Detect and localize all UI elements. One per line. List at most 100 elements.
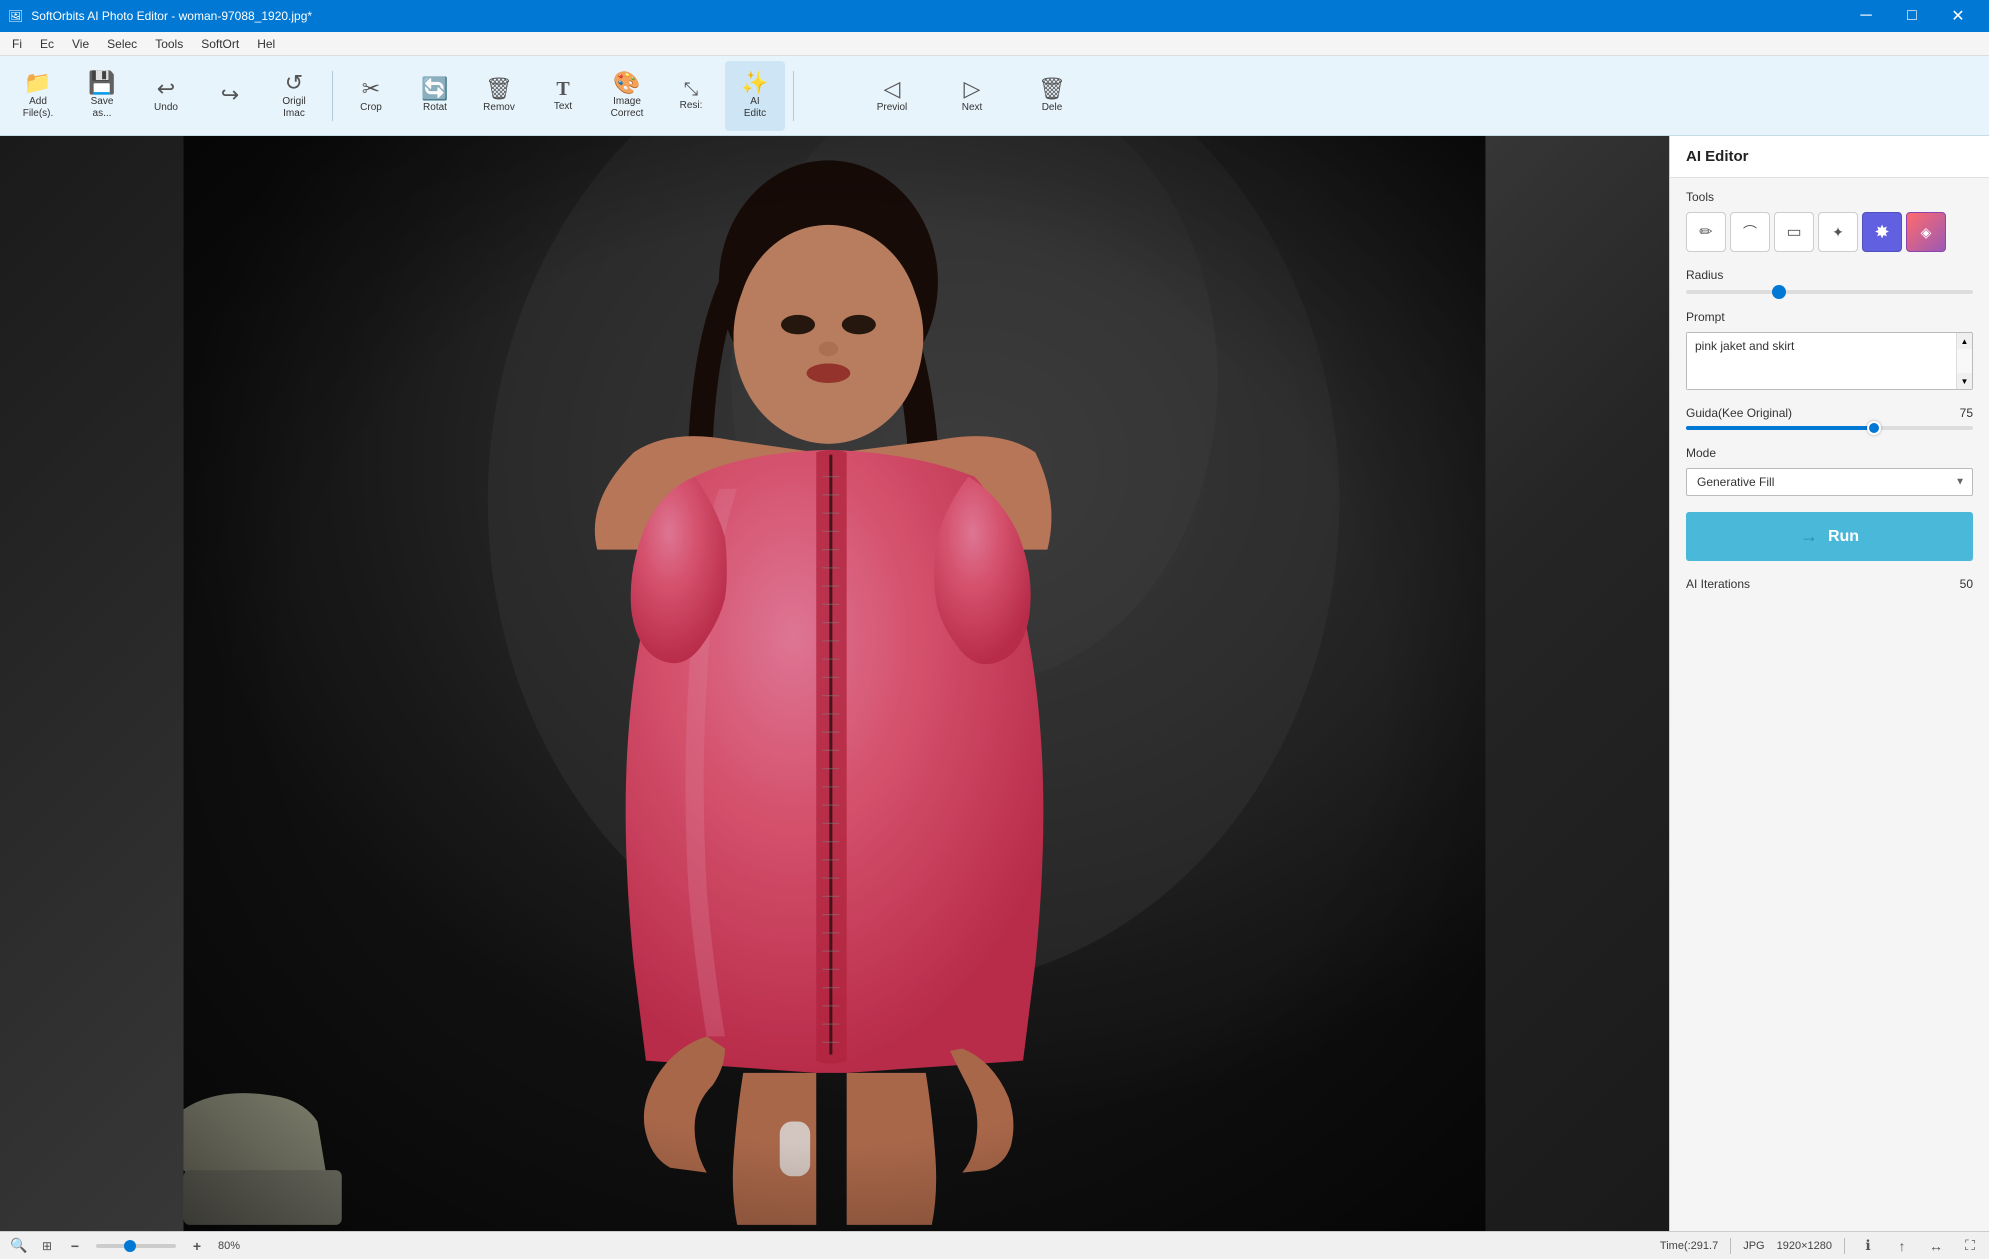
window-title: SoftOrbits AI Photo Editor - woman-97088… <box>31 9 312 23</box>
minimize-button[interactable]: ─ <box>1843 0 1889 32</box>
menu-softort[interactable]: SoftOrt <box>193 35 247 53</box>
main-area: AI Editor Tools ✏ ⌒ ▭ ✦ ✸ ◈ Radius <box>0 136 1989 1231</box>
prompt-textarea[interactable]: pink jaket and skirt <box>1687 333 1956 389</box>
image-correction-button[interactable]: 🎨 ImageCorrect <box>597 61 657 131</box>
guidance-slider-thumb[interactable] <box>1867 421 1881 435</box>
fit-page-button[interactable]: ⊞ <box>36 1235 58 1257</box>
gradient-tool-button[interactable]: ◈ <box>1906 212 1946 252</box>
zoom-in-button[interactable]: + <box>186 1235 208 1257</box>
guidance-header-row: Guida(Kee Original) 75 <box>1686 406 1973 420</box>
save-icon: 💾 <box>88 72 115 94</box>
menu-hel[interactable]: Hel <box>249 35 283 53</box>
remove-label: Remov <box>483 102 515 114</box>
save-as-button[interactable]: 💾 Saveas... <box>72 61 132 131</box>
undo-icon: ↩ <box>157 78 175 100</box>
ai-editor-button[interactable]: ✨ AIEditc <box>725 61 785 131</box>
run-label: Run <box>1828 528 1859 546</box>
guidance-fill <box>1686 426 1873 430</box>
text-icon: T <box>556 79 569 99</box>
undo-button[interactable]: ↩ Undo <box>136 61 196 131</box>
remove-button[interactable]: 🗑 Remov <box>469 61 529 131</box>
maximize-button[interactable]: □ <box>1889 0 1935 32</box>
next-icon: ▷ <box>964 78 981 100</box>
radius-slider-thumb[interactable] <box>1772 285 1786 299</box>
magic-wand-button[interactable]: ✦ <box>1818 212 1858 252</box>
original-image-button[interactable]: ↺ OrigilImac <box>264 61 324 131</box>
crop-button[interactable]: ✂ Crop <box>341 61 401 131</box>
zoom-value: 80% <box>218 1240 240 1252</box>
previous-label: Previol <box>877 102 908 114</box>
menu-fi[interactable]: Fi <box>4 35 30 53</box>
crop-label: Crop <box>360 102 382 114</box>
guidance-section: Guida(Kee Original) 75 <box>1686 406 1973 430</box>
scroll-down-button[interactable]: ▼ <box>1957 373 1972 389</box>
radius-slider-row <box>1686 290 1973 294</box>
prompt-textarea-wrapper: pink jaket and skirt ▲ ▼ <box>1686 332 1973 390</box>
mode-select[interactable]: Generative Fill Inpainting Outpainting <box>1686 468 1973 496</box>
zoom-in-icon-button[interactable]: 🔍 <box>8 1235 30 1257</box>
rect-tool-button[interactable]: ▭ <box>1774 212 1814 252</box>
menu-tools[interactable]: Tools <box>147 35 191 53</box>
guidance-slider-track[interactable] <box>1686 426 1973 430</box>
titlebar: 🖼 SoftOrbits AI Photo Editor - woman-970… <box>0 0 1989 32</box>
previous-button[interactable]: ◁ Previol <box>862 61 922 131</box>
tools-section: Tools ✏ ⌒ ▭ ✦ ✸ ◈ <box>1686 190 1973 252</box>
right-panel: AI Editor Tools ✏ ⌒ ▭ ✦ ✸ ◈ Radius <box>1669 136 1989 1231</box>
info-icon-button[interactable]: ℹ <box>1857 1235 1879 1257</box>
text-button[interactable]: T Text <box>533 61 593 131</box>
compare-icon-button[interactable]: ↔ <box>1925 1235 1947 1257</box>
rotate-icon: 🔄 <box>421 78 448 100</box>
sparkle-tool-button[interactable]: ✸ <box>1862 212 1902 252</box>
tools-label: Tools <box>1686 190 1973 204</box>
toolbar-sep-1 <box>332 71 333 121</box>
rotate-label: Rotat <box>423 102 447 114</box>
photo-canvas <box>0 136 1669 1231</box>
text-label: Text <box>554 101 572 113</box>
resize-icon: ⤡ <box>684 80 698 98</box>
resize-button[interactable]: ⤡ Resi: <box>661 61 721 131</box>
add-files-button[interactable]: 📁 AddFile(s). <box>8 61 68 131</box>
ai-editor-icon: ✨ <box>741 72 768 94</box>
toolbar: 📁 AddFile(s). 💾 Saveas... ↩ Undo ↪ ↺ Ori… <box>0 56 1989 136</box>
next-button[interactable]: ▷ Next <box>942 61 1002 131</box>
fullscreen-icon-button[interactable]: ⛶ <box>1959 1235 1981 1257</box>
close-button[interactable]: ✕ <box>1935 0 1981 32</box>
image-dimensions: 1920×1280 <box>1777 1240 1832 1252</box>
redo-icon: ↪ <box>221 84 239 106</box>
share-icon-button[interactable]: ↑ <box>1891 1235 1913 1257</box>
redo-button[interactable]: ↪ <box>200 61 260 131</box>
mode-section: Mode Generative Fill Inpainting Outpaint… <box>1686 446 1973 496</box>
rotate-button[interactable]: 🔄 Rotat <box>405 61 465 131</box>
delete-button[interactable]: 🗑 Dele <box>1022 61 1082 131</box>
menu-selec[interactable]: Selec <box>99 35 145 53</box>
prompt-section: Prompt pink jaket and skirt ▲ ▼ <box>1686 310 1973 390</box>
statusbar-left: 🔍 ⊞ − + 80% <box>8 1235 1652 1257</box>
add-files-icon: 📁 <box>24 72 51 94</box>
scroll-up-button[interactable]: ▲ <box>1957 333 1972 349</box>
prompt-label: Prompt <box>1686 310 1973 324</box>
app-icon: 🖼 <box>8 9 23 23</box>
run-button[interactable]: → Run <box>1686 512 1973 561</box>
image-correction-icon: 🎨 <box>613 72 640 94</box>
photo-background <box>0 136 1669 1231</box>
resize-label: Resi: <box>680 100 703 112</box>
mode-label: Mode <box>1686 446 1973 460</box>
original-image-icon: ↺ <box>285 72 303 94</box>
file-format: JPG <box>1743 1240 1764 1252</box>
ai-editor-title: AI Editor <box>1686 148 1973 165</box>
titlebar-controls: ─ □ ✕ <box>1843 0 1981 32</box>
brush-tool-button[interactable]: ✏ <box>1686 212 1726 252</box>
undo-label: Undo <box>154 102 178 114</box>
menu-vie[interactable]: Vie <box>64 35 97 53</box>
guidance-label: Guida(Kee Original) <box>1686 406 1792 420</box>
menu-ec[interactable]: Ec <box>32 35 62 53</box>
zoom-out-button[interactable]: − <box>64 1235 86 1257</box>
radius-slider-track[interactable] <box>1686 290 1973 294</box>
zoom-slider-track[interactable] <box>96 1244 176 1248</box>
zoom-slider-thumb[interactable] <box>124 1240 136 1252</box>
status-separator-2 <box>1844 1238 1845 1254</box>
iterations-label: AI Iterations <box>1686 577 1750 591</box>
lasso-tool-button[interactable]: ⌒ <box>1730 212 1770 252</box>
iterations-value: 50 <box>1960 577 1973 591</box>
canvas-area[interactable] <box>0 136 1669 1231</box>
